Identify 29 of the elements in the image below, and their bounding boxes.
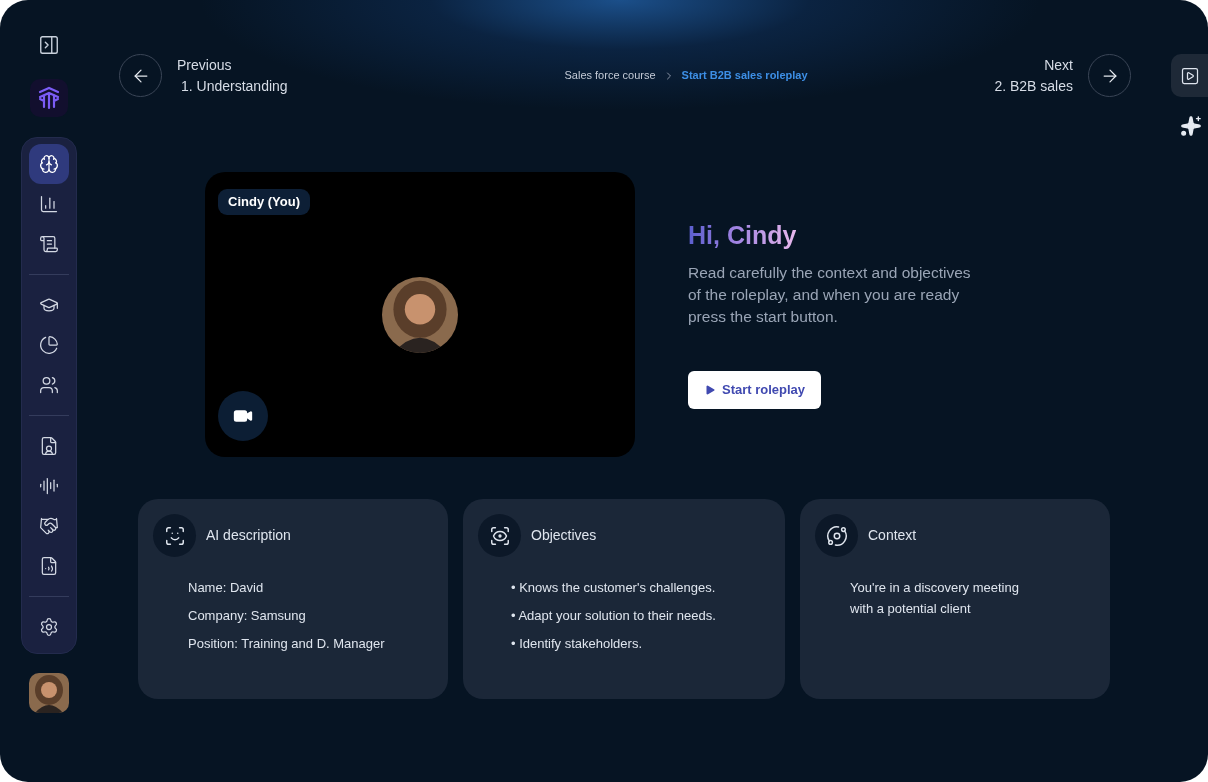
name-badge: Cindy (You) [218,189,310,215]
sparkles-icon[interactable] [1178,113,1204,139]
instructions-text: Read carefully the context and objectives of the roleplay, and when you are ready press the start button. [688,263,972,327]
breadcrumb-link[interactable]: Sales force course [564,67,656,84]
play-icon [704,384,716,396]
breadcrumb-link[interactable]: Start B2B sales roleplay [681,67,808,84]
play-square-icon [1179,65,1200,86]
user-avatar[interactable] [29,673,69,713]
previous-label: Previous [177,55,233,75]
card-text: Name: David [188,579,265,597]
previous-title: 1. Understanding [181,76,288,96]
card-text: • Knows the customer's challenges. [511,579,717,597]
card-title: AI description [206,526,291,545]
card-title: Context [868,526,917,545]
next-title: 2. B2B sales [994,76,1073,96]
next-label: Next [1044,55,1073,75]
card-text: You're in a discovery meeting with a potential client [850,579,1020,618]
card-text: • Identify stakeholders. [511,635,643,653]
card-text: • Adapt your solution to their needs. [511,607,717,625]
card-text: Position: Training and D. Manager [188,635,386,653]
video-panel-button[interactable] [1171,54,1208,97]
brain-icon[interactable] [29,144,69,184]
logo-icon [30,79,68,117]
start-roleplay-button[interactable]: Start roleplay [688,371,822,409]
card-title: Objectives [531,526,597,545]
card-text: Company: Samsung [188,607,307,625]
sidebar-toggle-icon[interactable] [37,33,61,57]
face-scan-icon [153,514,196,557]
camera-button[interactable] [218,391,268,441]
